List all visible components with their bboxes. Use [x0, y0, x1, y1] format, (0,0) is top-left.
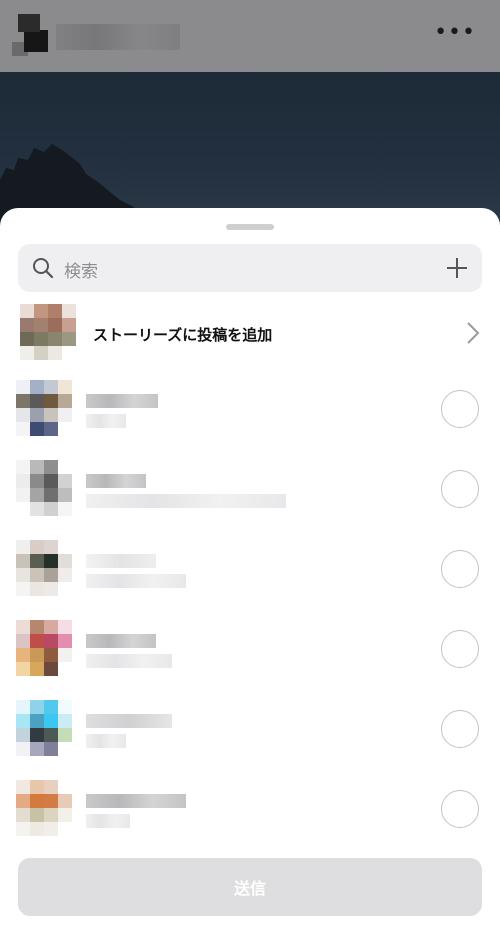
post-author-name — [56, 24, 180, 50]
contact-avatar — [16, 460, 72, 516]
contact-name — [86, 794, 186, 808]
contact-name — [86, 634, 156, 648]
search-field[interactable]: 検索 — [18, 244, 482, 292]
contact-name — [86, 714, 172, 728]
contact-avatar — [16, 620, 72, 676]
send-button[interactable]: 送信 — [18, 858, 482, 916]
story-avatar — [20, 304, 76, 360]
contact-row[interactable] — [0, 540, 500, 602]
contact-avatar — [16, 780, 72, 836]
contact-avatar — [16, 380, 72, 436]
contact-subtitle — [86, 734, 126, 748]
select-radio[interactable] — [441, 630, 479, 668]
chevron-right-icon — [467, 322, 480, 344]
add-to-story-row[interactable]: ストーリーズに投稿を追加 — [0, 304, 500, 366]
select-radio[interactable] — [441, 470, 479, 508]
contact-subtitle — [86, 494, 286, 508]
contact-name — [86, 394, 158, 408]
sheet-drag-handle[interactable] — [226, 224, 274, 230]
add-to-story-label: ストーリーズに投稿を追加 — [93, 326, 273, 344]
select-radio[interactable] — [441, 390, 479, 428]
contact-avatar — [16, 540, 72, 596]
contact-name — [86, 554, 156, 568]
select-radio[interactable] — [441, 550, 479, 588]
contact-subtitle — [86, 654, 172, 668]
post-author-avatar — [8, 8, 56, 64]
post-header: ••• — [0, 0, 500, 72]
contact-subtitle — [86, 574, 186, 588]
search-placeholder: 検索 — [64, 262, 98, 282]
contact-row[interactable] — [0, 460, 500, 522]
contact-row[interactable] — [0, 700, 500, 762]
contact-name — [86, 474, 146, 488]
contact-subtitle — [86, 814, 130, 828]
contact-row[interactable] — [0, 380, 500, 442]
contact-avatar — [16, 700, 72, 756]
plus-icon[interactable] — [446, 257, 468, 279]
contact-subtitle — [86, 414, 126, 428]
share-sheet: 検索 ストーリーズに投稿を追加 送信 — [0, 208, 500, 935]
search-icon — [33, 258, 54, 279]
select-radio[interactable] — [441, 790, 479, 828]
select-radio[interactable] — [441, 710, 479, 748]
more-icon[interactable]: ••• — [434, 22, 476, 44]
contact-row[interactable] — [0, 780, 500, 842]
contact-row[interactable] — [0, 620, 500, 682]
